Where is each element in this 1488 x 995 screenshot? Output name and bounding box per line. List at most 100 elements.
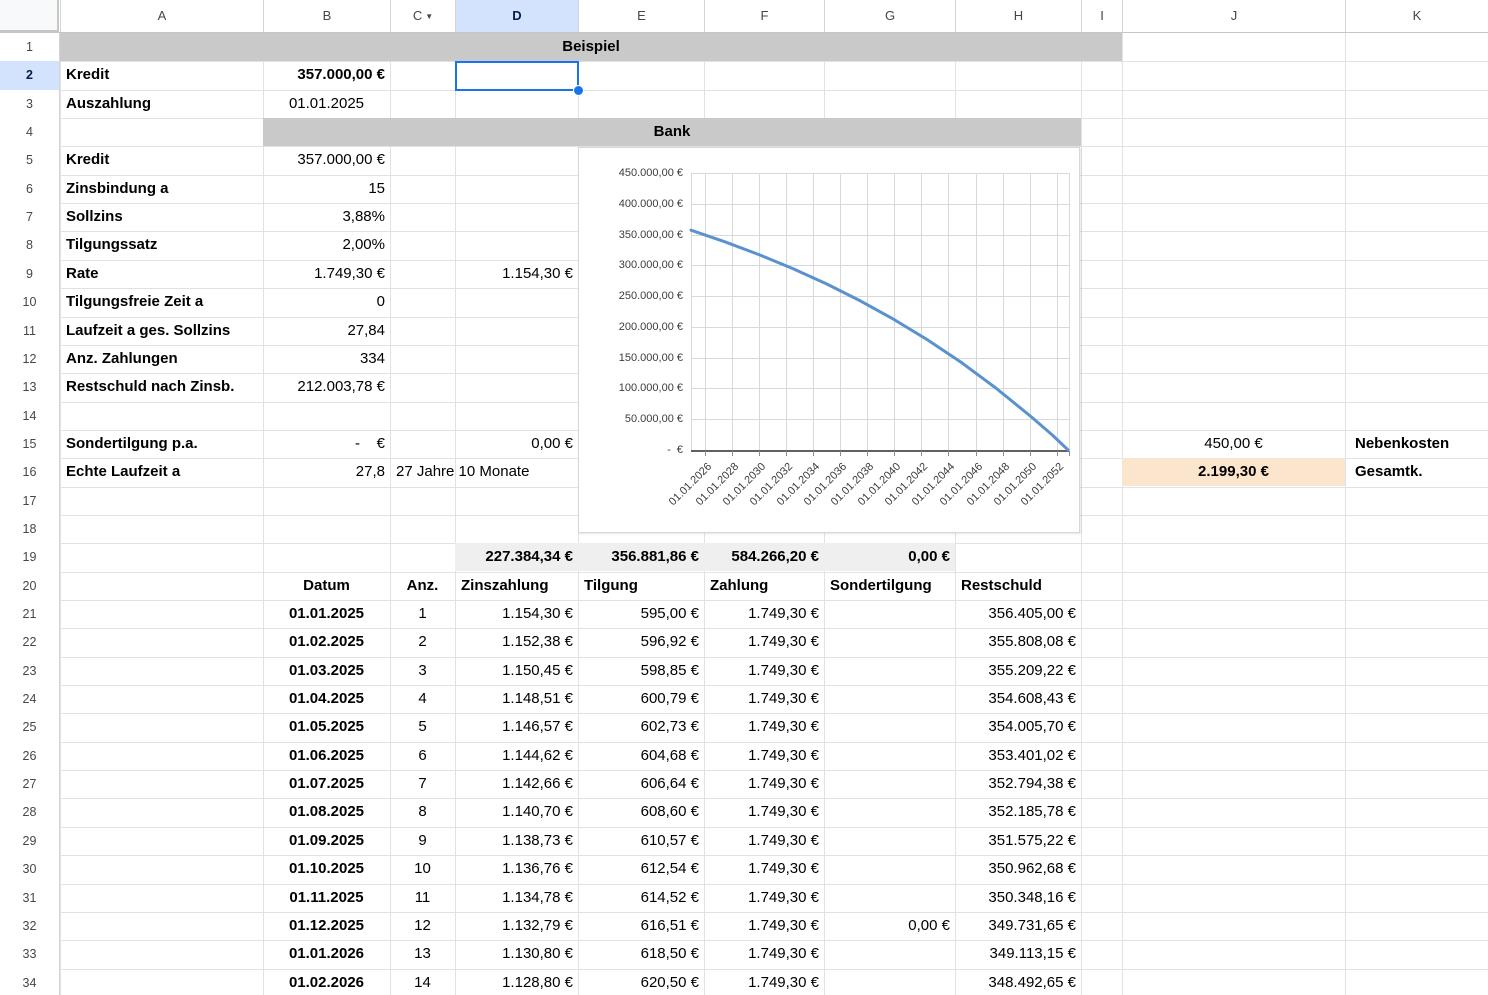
fill-handle[interactable] [573,85,584,96]
row-header-31[interactable]: 31 [0,884,60,912]
cell-auszahlung-value[interactable]: 01.01.2025 [263,90,390,118]
cell-bank-value[interactable]: 357.000,00 € [263,146,390,174]
row-header-18[interactable]: 18 [0,515,60,543]
schedule-cell[interactable]: 1.749,30 € [704,657,824,685]
schedule-cell[interactable] [824,770,955,798]
row-header-12[interactable]: 12 [0,345,60,373]
schedule-header-6[interactable]: Restschuld [955,572,1081,600]
schedule-cell[interactable]: 355.808,08 € [955,628,1081,656]
cell-gesamt-label[interactable]: Gesamtk. [1349,458,1488,486]
schedule-cell[interactable]: 01.04.2025 [263,685,390,713]
row-header-10[interactable]: 10 [0,288,60,317]
column-header-C[interactable]: C▼ [390,0,455,32]
schedule-cell[interactable]: 351.575,22 € [955,827,1081,855]
column-header-J[interactable]: J [1122,0,1345,32]
schedule-cell[interactable]: 10 [390,855,455,883]
row-header-32[interactable]: 32 [0,912,60,940]
schedule-cell[interactable] [824,798,955,826]
schedule-cell[interactable]: 01.09.2025 [263,827,390,855]
row-header-2[interactable]: 2 [0,61,60,90]
schedule-cell[interactable] [824,884,955,912]
row-header-1[interactable]: 1 [0,33,60,61]
schedule-cell[interactable]: 1.150,45 € [455,657,578,685]
select-all-corner[interactable] [0,0,59,32]
schedule-header-2[interactable]: Zinszahlung [455,572,578,600]
cell-bank-value[interactable]: 334 [263,345,390,373]
schedule-cell[interactable]: 1.128,80 € [455,969,578,995]
row-header-16[interactable]: 16 [0,458,60,487]
schedule-cell[interactable]: 350.962,68 € [955,855,1081,883]
schedule-cell[interactable]: 5 [390,713,455,741]
schedule-cell[interactable]: 348.492,65 € [955,969,1081,995]
schedule-cell[interactable]: 6 [390,742,455,770]
schedule-cell[interactable]: 1.152,38 € [455,628,578,656]
row-header-21[interactable]: 21 [0,600,60,628]
row-header-19[interactable]: 19 [0,543,60,572]
schedule-cell[interactable]: 2 [390,628,455,656]
schedule-cell[interactable] [824,713,955,741]
schedule-cell[interactable]: 4 [390,685,455,713]
schedule-cell[interactable]: 1.749,30 € [704,742,824,770]
column-header-E[interactable]: E [578,0,704,32]
schedule-cell[interactable] [824,657,955,685]
schedule-header-1[interactable]: Anz. [390,572,455,600]
schedule-cell[interactable]: 01.01.2025 [263,600,390,628]
row-header-4[interactable]: 4 [0,118,60,146]
schedule-cell[interactable]: 610,57 € [578,827,704,855]
column-dropdown-icon[interactable]: ▼ [425,12,433,21]
schedule-cell[interactable]: 612,54 € [578,855,704,883]
column-header-B[interactable]: B [263,0,390,32]
schedule-cell[interactable]: 616,51 € [578,912,704,940]
row-header-6[interactable]: 6 [0,175,60,203]
schedule-cell[interactable]: 355.209,22 € [955,657,1081,685]
schedule-cell[interactable] [824,827,955,855]
row-header-24[interactable]: 24 [0,685,60,713]
cell-bank-label[interactable]: Rate [60,260,263,288]
schedule-cell[interactable]: 350.348,16 € [955,884,1081,912]
schedule-cell[interactable]: 01.12.2025 [263,912,390,940]
schedule-cell[interactable]: 01.05.2025 [263,713,390,741]
cell-auszahlung-label[interactable]: Auszahlung [60,90,263,118]
schedule-cell[interactable] [824,940,955,968]
schedule-cell[interactable]: 620,50 € [578,969,704,995]
schedule-cell[interactable]: 01.10.2025 [263,855,390,883]
schedule-cell[interactable]: 1.134,78 € [455,884,578,912]
cell-sondertilgung-label[interactable]: Sondertilgung p.a. [60,430,263,458]
schedule-cell[interactable]: 11 [390,884,455,912]
column-header-D[interactable]: D [455,0,578,32]
schedule-cell[interactable] [824,969,955,995]
schedule-cell[interactable]: 7 [390,770,455,798]
schedule-cell[interactable]: 1.146,57 € [455,713,578,741]
schedule-cell[interactable] [824,855,955,883]
cell-bank-value[interactable]: 15 [263,175,390,203]
cell-sum-f[interactable]: 584.266,20 € [704,543,824,571]
schedule-cell[interactable]: 14 [390,969,455,995]
schedule-cell[interactable]: 1.749,30 € [704,685,824,713]
row-header-34[interactable]: 34 [0,969,60,995]
row-header-17[interactable]: 17 [0,487,60,515]
row-header-27[interactable]: 27 [0,770,60,798]
schedule-cell[interactable]: 3 [390,657,455,685]
schedule-cell[interactable]: 349.113,15 € [955,940,1081,968]
schedule-cell[interactable]: 349.731,65 € [955,912,1081,940]
schedule-cell[interactable]: 604,68 € [578,742,704,770]
chart[interactable]: 450.000,00 €400.000,00 €350.000,00 €300.… [578,147,1080,533]
schedule-header-4[interactable]: Zahlung [704,572,824,600]
cell-laufzeit-value[interactable]: 27,8 [263,458,390,486]
schedule-cell[interactable] [824,742,955,770]
schedule-cell[interactable]: 1.749,30 € [704,827,824,855]
schedule-cell[interactable]: 598,85 € [578,657,704,685]
bank-merged-cell[interactable]: Bank [263,118,1081,146]
schedule-cell[interactable]: 1.138,73 € [455,827,578,855]
cell-bank-value[interactable]: 27,84 [263,317,390,345]
schedule-cell[interactable]: 01.03.2025 [263,657,390,685]
schedule-cell[interactable]: 606,64 € [578,770,704,798]
cell-kredit-label[interactable]: Kredit [60,61,263,89]
schedule-cell[interactable]: 1.749,30 € [704,770,824,798]
row-header-25[interactable]: 25 [0,713,60,742]
column-header-F[interactable]: F [704,0,824,32]
schedule-cell[interactable]: 1.749,30 € [704,940,824,968]
cell-gesamt-value[interactable]: 2.199,30 € [1122,458,1345,486]
schedule-cell[interactable]: 1.130,80 € [455,940,578,968]
cell-sondertilgung-value[interactable]: - € [263,430,390,458]
